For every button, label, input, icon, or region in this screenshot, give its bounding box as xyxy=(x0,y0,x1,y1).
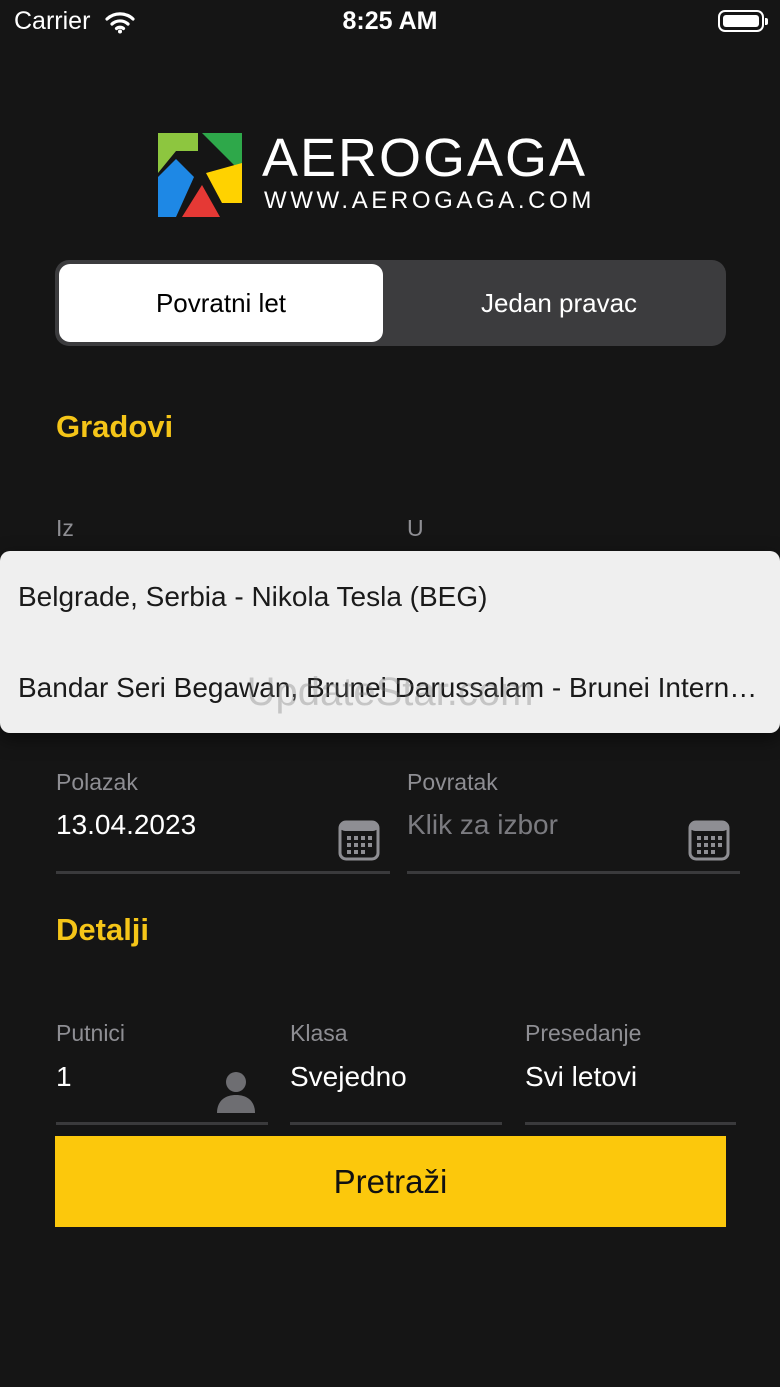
return-underline xyxy=(407,871,740,874)
clock: 8:25 AM xyxy=(342,7,438,35)
one-way-tab[interactable]: Jedan pravac xyxy=(397,264,721,342)
logo-url: WWW.AEROGAGA.COM xyxy=(264,187,595,214)
to-label: U xyxy=(407,515,424,541)
passengers-underline xyxy=(56,1122,268,1125)
class-select[interactable]: Svejedno xyxy=(290,1061,407,1093)
stops-underline xyxy=(525,1122,736,1125)
logo-wordmark: AEROGAGA xyxy=(262,128,588,188)
search-button[interactable]: Pretraži xyxy=(55,1136,726,1227)
status-bar: Carrier 8:25 AM xyxy=(0,0,780,44)
return-date-input[interactable]: Klik za izbor xyxy=(407,809,558,841)
stops-label: Presedanje xyxy=(525,1020,642,1046)
passengers-input[interactable]: 1 xyxy=(56,1061,72,1093)
return-label: Povratak xyxy=(407,769,498,795)
stops-select[interactable]: Svi letovi xyxy=(525,1061,637,1093)
passengers-label: Putnici xyxy=(56,1020,126,1046)
trip-type-segmented-control: Povratni let Jedan pravac xyxy=(55,260,726,346)
battery-icon xyxy=(718,10,768,32)
details-section-title: Detalji xyxy=(56,912,150,947)
departure-underline xyxy=(56,871,390,874)
suggestion-item[interactable]: Belgrade, Serbia - Nikola Tesla (BEG) xyxy=(18,581,758,613)
round-trip-tab[interactable]: Povratni let xyxy=(59,264,383,342)
departure-label: Polazak xyxy=(56,769,138,795)
class-label: Klasa xyxy=(290,1020,348,1046)
city-suggestions-dropdown: Belgrade, Serbia - Nikola Tesla (BEG) Ba… xyxy=(0,551,780,733)
class-underline xyxy=(290,1122,502,1125)
suggestion-item[interactable]: Bandar Seri Begawan, Brunei Darussalam -… xyxy=(18,672,758,704)
cities-section-title: Gradovi xyxy=(56,409,174,444)
calendar-icon[interactable] xyxy=(338,819,380,861)
aerogaga-logo-icon xyxy=(158,133,242,217)
from-label: Iz xyxy=(56,515,74,541)
departure-date-input[interactable]: 13.04.2023 xyxy=(56,809,196,841)
person-icon xyxy=(217,1072,255,1113)
calendar-icon[interactable] xyxy=(688,819,730,861)
